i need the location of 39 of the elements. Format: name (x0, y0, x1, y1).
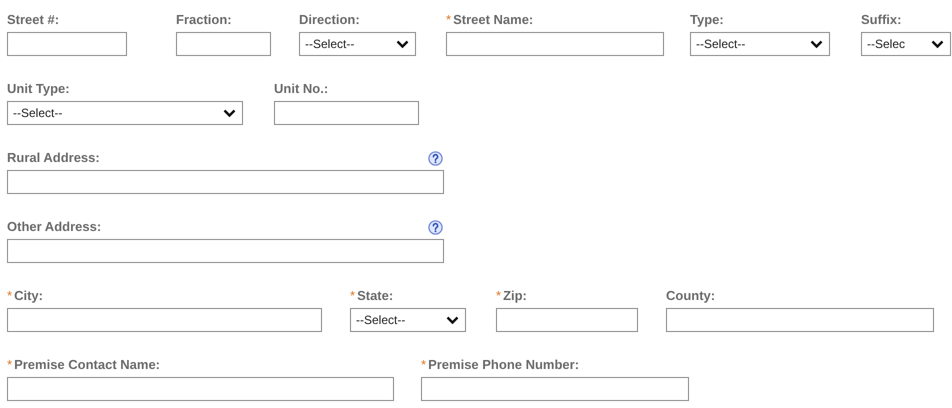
dropdown[interactable]: --Select-- (690, 32, 830, 56)
field-label: Unit Type: (7, 81, 70, 97)
field-label: *State: (350, 288, 394, 304)
field-label: Suffix: (861, 12, 902, 28)
text-field[interactable] (496, 308, 638, 332)
field-label: Fraction: (176, 12, 232, 28)
field-label: Unit No.: (274, 81, 328, 97)
field-label: *Zip: (496, 288, 527, 304)
text-field[interactable] (176, 32, 271, 56)
field-label: *Premise Phone Number: (421, 357, 580, 373)
field-label: Direction: (299, 12, 360, 28)
field-label: County: (666, 288, 716, 304)
dropdown[interactable]: --Selec (861, 32, 951, 56)
text-field[interactable] (446, 32, 664, 56)
field-label: *Premise Contact Name: (7, 357, 160, 373)
text-field[interactable] (7, 170, 444, 194)
text-field[interactable] (666, 308, 934, 332)
chevron-icon (223, 108, 236, 118)
text-field[interactable] (7, 239, 444, 263)
text-field[interactable] (7, 32, 127, 56)
field-label: *City: (7, 288, 43, 304)
text-field[interactable] (274, 101, 419, 125)
chevron-icon (810, 40, 823, 48)
field-label: Type: (690, 12, 724, 28)
chevron-icon (446, 316, 459, 324)
help-icon[interactable] (428, 220, 443, 235)
field-label: Rural Address: (7, 150, 100, 166)
text-field[interactable] (7, 308, 322, 332)
dropdown[interactable]: --Select-- (299, 32, 416, 56)
chevron-icon (931, 40, 944, 48)
field-label: *Street Name: (446, 12, 534, 28)
dropdown[interactable]: --Select-- (7, 101, 243, 125)
help-icon[interactable] (428, 151, 443, 166)
chevron-icon (396, 40, 409, 48)
text-field[interactable] (7, 377, 394, 401)
dropdown[interactable]: --Select-- (350, 308, 466, 332)
text-field[interactable] (421, 377, 689, 401)
field-label: Street #: (7, 12, 60, 28)
field-label: Other Address: (7, 219, 102, 235)
